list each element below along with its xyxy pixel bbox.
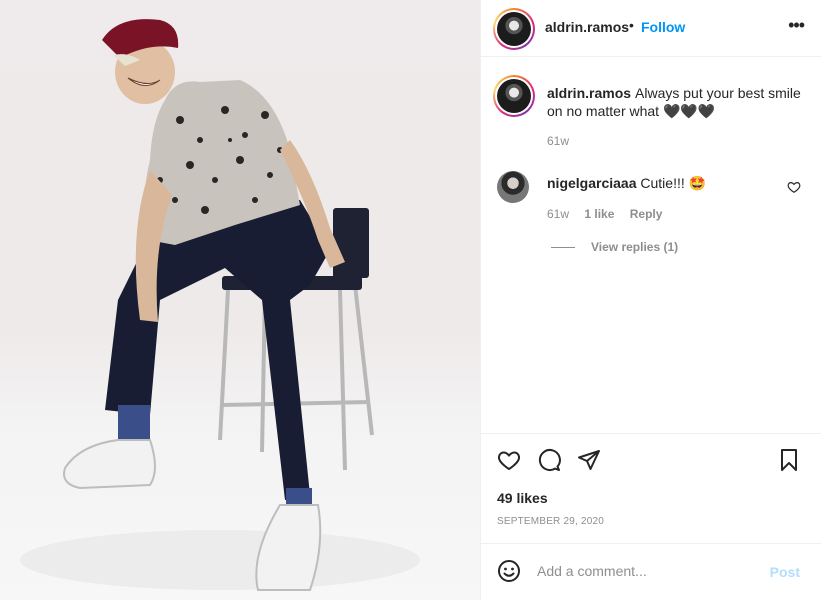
photo-illustration: [20, 19, 420, 591]
post-caption: aldrin.ramos Always put your best smile o…: [547, 84, 805, 120]
add-comment-bar: Post: [481, 543, 821, 600]
view-replies-label: View replies (1): [591, 240, 679, 254]
view-replies-button[interactable]: View replies (1): [551, 240, 678, 254]
reply-button[interactable]: Reply: [630, 207, 663, 221]
caption-username[interactable]: aldrin.ramos: [547, 85, 631, 101]
heart-icon[interactable]: [497, 448, 521, 472]
post-date[interactable]: SEPTEMBER 29, 2020: [497, 516, 604, 527]
separator-dot: •: [629, 17, 634, 33]
caption-author-avatar[interactable]: [493, 75, 535, 117]
likes-count[interactable]: 49 likes: [497, 490, 548, 506]
author-username[interactable]: aldrin.ramos: [545, 19, 629, 35]
comment-meta: 61w 1 like Reply: [547, 207, 674, 221]
bookmark-icon[interactable]: [777, 448, 801, 472]
commenter-avatar[interactable]: [497, 171, 529, 203]
comment-likes[interactable]: 1 like: [584, 207, 614, 221]
post-photo[interactable]: [0, 0, 480, 600]
commenter-username[interactable]: nigelgarciaaa: [547, 175, 637, 191]
comment-icon[interactable]: [537, 448, 561, 472]
comment-heart-icon[interactable]: [787, 180, 801, 194]
post-button[interactable]: Post: [770, 564, 800, 580]
comment-timestamp[interactable]: 61w: [547, 207, 569, 221]
caption-timestamp[interactable]: 61w: [547, 134, 569, 148]
share-icon[interactable]: [577, 448, 601, 472]
post-side-panel: aldrin.ramos • Follow ••• aldrin.ramos Al…: [480, 0, 821, 600]
comment-text: Cutie!!! 🤩: [640, 175, 707, 191]
emoji-icon[interactable]: [497, 559, 521, 583]
replies-divider: [551, 247, 575, 249]
comment: nigelgarciaaa Cutie!!! 🤩: [547, 175, 706, 192]
follow-button[interactable]: Follow: [641, 19, 685, 35]
comment-input[interactable]: [537, 558, 757, 584]
author-avatar[interactable]: [493, 8, 535, 50]
post-header: aldrin.ramos • Follow •••: [481, 0, 821, 57]
more-icon[interactable]: •••: [788, 15, 805, 36]
actions-divider: [481, 433, 821, 434]
